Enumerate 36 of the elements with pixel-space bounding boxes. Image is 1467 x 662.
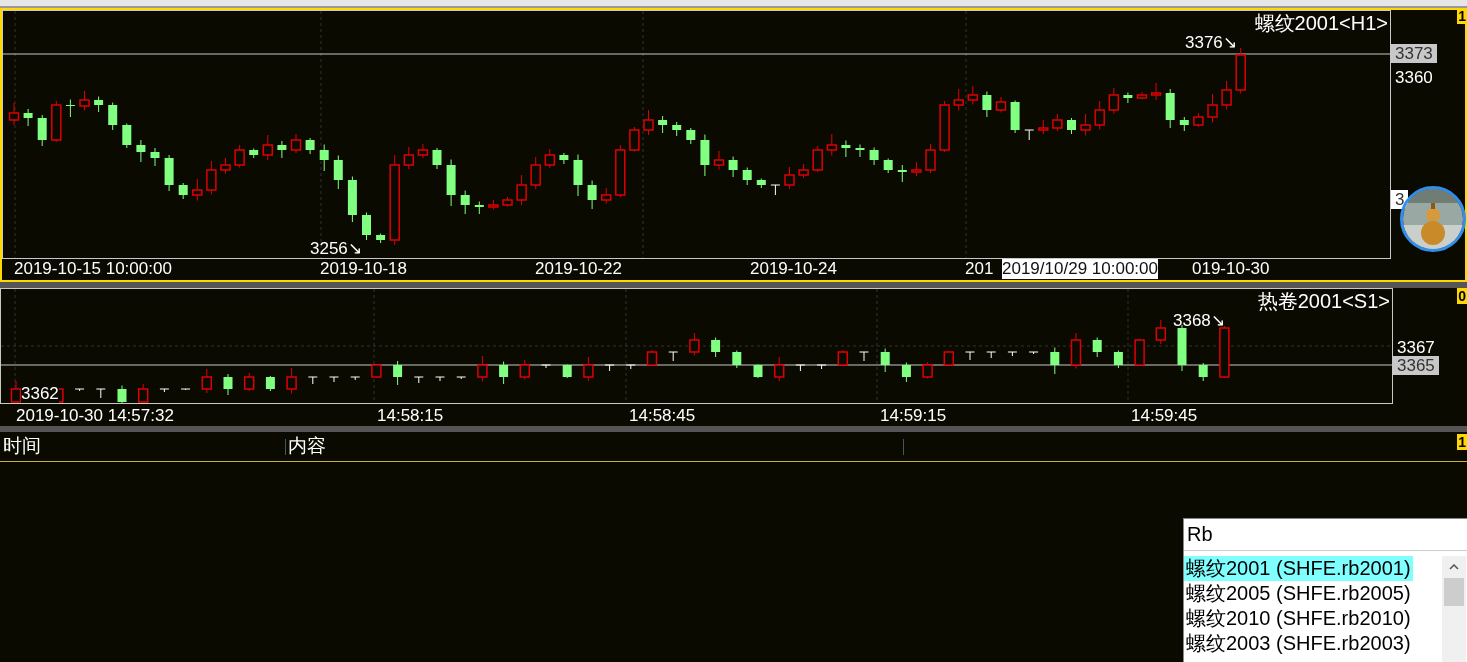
- time-label: 14:59:45: [1131, 406, 1198, 426]
- time-label: 14:59:15: [880, 406, 947, 426]
- date-label: 2019-10-22: [535, 259, 622, 279]
- date-label: 2019-10-18: [320, 259, 407, 279]
- high-price-label: 3368↘: [1173, 311, 1225, 331]
- axis-label: 3365: [1393, 356, 1439, 375]
- search-field[interactable]: Rb: [1184, 519, 1467, 551]
- low-price-label: 3256↘: [310, 239, 362, 259]
- chart-title: 螺纹2001<H1>: [1254, 11, 1388, 35]
- axis-label: 3373: [1391, 44, 1437, 63]
- column-header[interactable]: 时间: [0, 432, 285, 461]
- date-label: 2019-10-24: [750, 259, 837, 279]
- crosshair-date-label: 2019/10/29 10:00:00: [1002, 259, 1158, 279]
- high-price-label: 3376↘: [1185, 33, 1237, 53]
- panel-badge: 1: [1457, 8, 1467, 24]
- symbol-list-item[interactable]: 螺纹2005 (SHFE.rb2005): [1184, 581, 1413, 606]
- scrollbar-thumb[interactable]: [1444, 578, 1464, 606]
- chevron-up-icon[interactable]: [1449, 564, 1459, 570]
- column-header[interactable]: 内容: [286, 432, 903, 461]
- axis-label: 3367: [1396, 338, 1435, 357]
- date-label: 201: [965, 259, 994, 279]
- panel-badge: 0: [1457, 288, 1467, 304]
- symbol-list-item[interactable]: 螺纹2003 (SHFE.rb2003): [1184, 631, 1413, 656]
- axis-label: 3360: [1394, 68, 1433, 87]
- date-label: 019-10-30: [1192, 259, 1270, 279]
- time-label: 14:58:15: [377, 406, 444, 426]
- chart-title: 热卷2001<S1>: [1257, 289, 1390, 313]
- axis-label: 3: [1391, 190, 1409, 209]
- symbol-list-item[interactable]: 螺纹2001 (SHFE.rb2001): [1184, 556, 1413, 581]
- scrollbar[interactable]: [1442, 556, 1466, 662]
- time-label: 2019-10-30 14:57:32: [16, 406, 174, 426]
- symbol-list-item[interactable]: 螺纹2010 (SHFE.rb2010): [1184, 606, 1413, 631]
- date-label: 2019-10-15 10:00:00: [14, 259, 172, 279]
- time-label: 14:58:45: [629, 406, 696, 426]
- low-price-label: 3362: [21, 385, 59, 403]
- panel-badge: 1: [1457, 434, 1467, 450]
